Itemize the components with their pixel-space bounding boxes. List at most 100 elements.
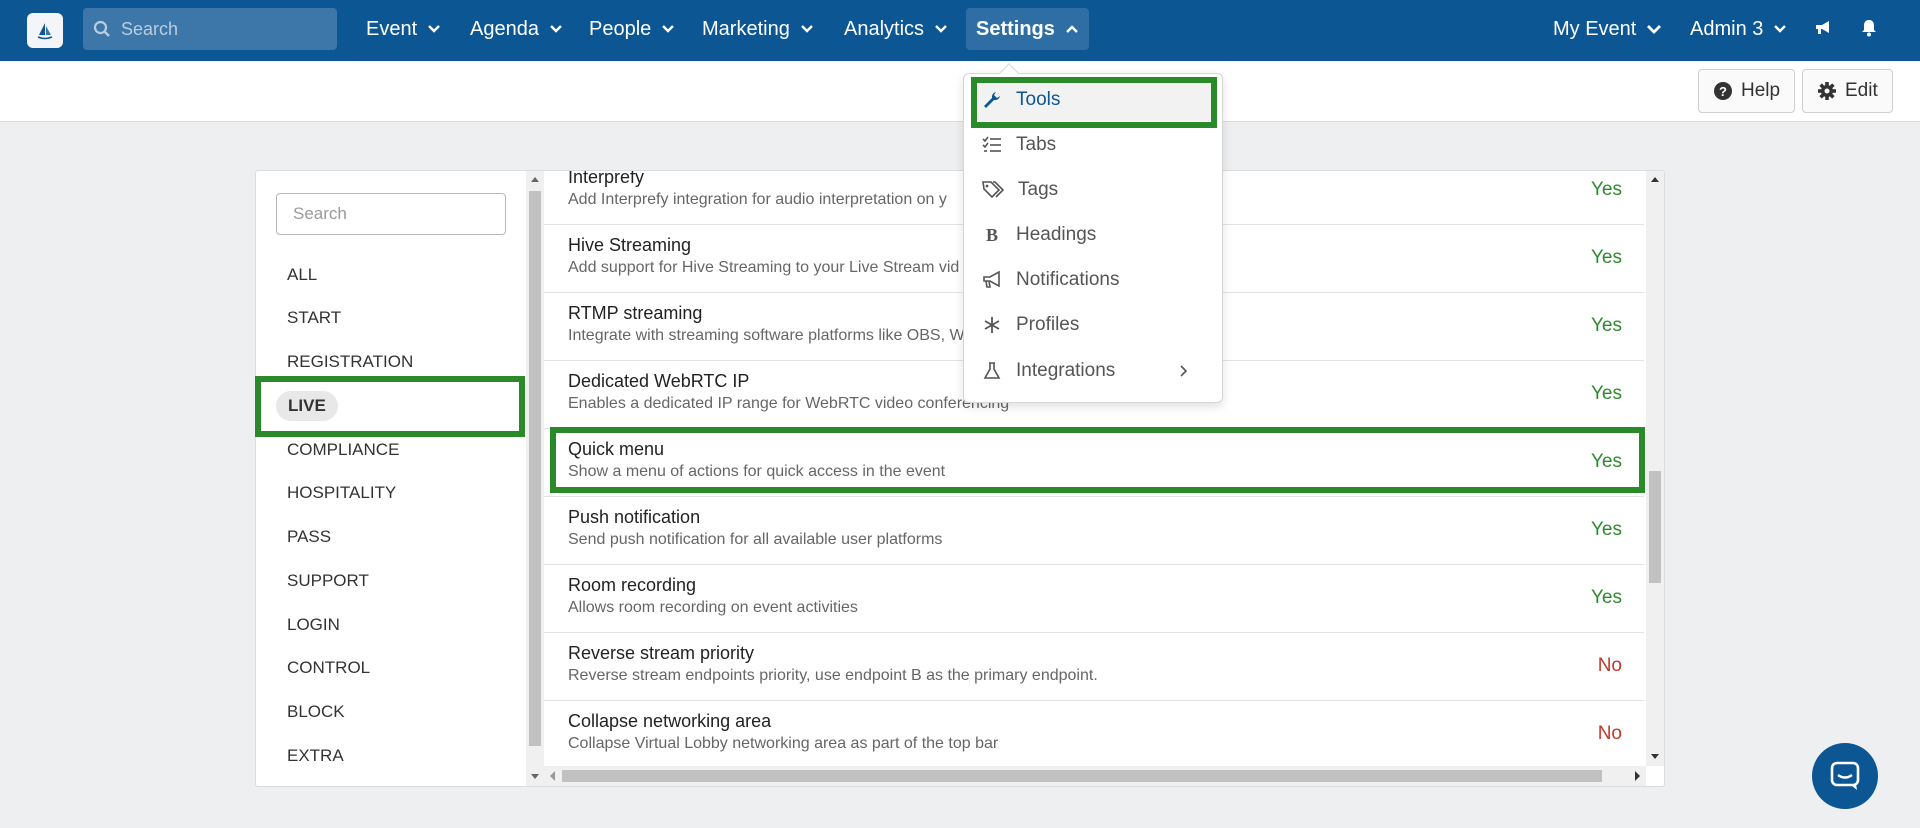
nav-agenda[interactable]: Agenda	[460, 8, 573, 50]
edit-button[interactable]: Edit	[1802, 69, 1893, 113]
chevron-down-icon	[428, 25, 441, 33]
setting-description: Add Interprefy integration for audio int…	[568, 191, 947, 208]
setting-row-collapse-networking-area[interactable]: Collapse networking area Collapse Virtua…	[544, 701, 1644, 766]
svg-text:?: ?	[1719, 84, 1727, 99]
sidebar-item-pass[interactable]: PASS	[287, 522, 331, 552]
chat-support-button[interactable]	[1812, 743, 1878, 809]
dropdown-item-notifications[interactable]: Notifications	[972, 259, 1216, 301]
megaphone-icon	[983, 270, 1000, 288]
notifications-button[interactable]	[1855, 14, 1883, 42]
chevron-down-icon	[550, 25, 562, 33]
dropdown-item-headings[interactable]: B Headings	[972, 214, 1216, 256]
setting-row-room-recording[interactable]: Room recording Allows room recording on …	[544, 565, 1644, 633]
nav-marketing-label: Marketing	[702, 17, 790, 40]
setting-row-reverse-stream-priority[interactable]: Reverse stream priority Reverse stream e…	[544, 633, 1644, 701]
setting-description: Allows room recording on event activitie…	[568, 599, 858, 616]
app-logo[interactable]	[27, 13, 63, 48]
sidebar-item-all[interactable]: ALL	[287, 260, 317, 290]
sidebar-scrollbar[interactable]	[526, 171, 544, 786]
scroll-up-arrow-icon[interactable]	[526, 173, 544, 187]
setting-title: Push notification	[568, 507, 701, 527]
setting-title: Room recording	[568, 575, 697, 595]
sidebar-item-compliance[interactable]: COMPLIANCE	[287, 435, 399, 465]
setting-value[interactable]: No	[1598, 723, 1622, 745]
question-circle-icon: ?	[1714, 82, 1732, 100]
top-navigation-bar: Search Event Agenda People Marketing Ana…	[0, 0, 1920, 61]
category-search-placeholder: Search	[293, 204, 347, 223]
setting-title: RTMP streaming	[568, 303, 703, 323]
setting-title: Hive Streaming	[568, 235, 692, 255]
nav-my-event[interactable]: My Event	[1543, 8, 1672, 50]
sidebar-item-label: START	[287, 308, 342, 327]
chevron-down-icon	[1647, 25, 1662, 34]
announcements-button[interactable]	[1809, 14, 1837, 42]
list-horizontal-scrollbar[interactable]	[544, 766, 1646, 786]
nav-marketing[interactable]: Marketing	[692, 8, 824, 50]
nav-people[interactable]: People	[579, 8, 685, 50]
dropdown-item-integrations[interactable]: Integrations	[972, 350, 1216, 392]
sidebar-item-start[interactable]: START	[287, 303, 341, 333]
nav-user-menu[interactable]: Admin 3	[1680, 8, 1797, 50]
setting-value[interactable]: Yes	[1591, 519, 1622, 541]
setting-value[interactable]: Yes	[1591, 179, 1622, 201]
chevron-down-icon	[662, 25, 675, 33]
sidebar-item-label: ALL	[287, 265, 318, 284]
tags-icon	[982, 181, 1004, 199]
list-vertical-scrollbar[interactable]	[1646, 171, 1664, 766]
sidebar-item-registration[interactable]: REGISTRATION	[287, 347, 413, 377]
scroll-down-arrow-icon[interactable]	[1646, 749, 1664, 763]
bold-icon: B	[986, 225, 998, 245]
dropdown-item-label: Notifications	[1016, 269, 1120, 290]
highlight-quick-menu-row	[550, 427, 1645, 493]
global-search-input[interactable]: Search	[83, 8, 337, 50]
setting-value[interactable]: No	[1598, 655, 1622, 677]
setting-value[interactable]: Yes	[1591, 587, 1622, 609]
category-sidebar: Search ALL START REGISTRATION LIVE COMPL…	[256, 171, 526, 786]
sidebar-item-control[interactable]: CONTROL	[287, 653, 370, 683]
sidebar-item-label: BLOCK	[287, 702, 345, 721]
dropdown-item-tabs[interactable]: Tabs	[972, 124, 1216, 166]
nav-analytics[interactable]: Analytics	[834, 8, 958, 50]
scroll-left-arrow-icon[interactable]	[546, 766, 560, 786]
sidebar-item-label: CONTROL	[287, 658, 371, 677]
scroll-right-arrow-icon[interactable]	[1630, 766, 1644, 786]
nav-agenda-label: Agenda	[470, 17, 539, 40]
nav-event[interactable]: Event	[356, 8, 451, 50]
list-horizontal-scrollbar-thumb[interactable]	[562, 770, 1602, 782]
sidebar-item-support[interactable]: SUPPORT	[287, 566, 369, 596]
help-label: Help	[1741, 80, 1781, 101]
setting-description: Reverse stream endpoints priority, use e…	[568, 667, 1098, 684]
sidebar-item-extra[interactable]: EXTRA	[287, 741, 344, 771]
chevron-up-icon	[1066, 25, 1078, 33]
sailboat-icon	[37, 22, 53, 39]
search-icon	[93, 20, 110, 37]
sidebar-scrollbar-thumb[interactable]	[529, 191, 541, 746]
scroll-down-arrow-icon[interactable]	[526, 769, 544, 783]
nav-my-event-label: My Event	[1553, 17, 1637, 40]
flask-icon	[983, 362, 1001, 379]
list-vertical-scrollbar-thumb[interactable]	[1649, 471, 1661, 583]
gear-icon	[1818, 82, 1836, 100]
sidebar-item-login[interactable]: LOGIN	[287, 610, 340, 640]
setting-description: Collapse Virtual Lobby networking area a…	[568, 735, 999, 752]
setting-value[interactable]: Yes	[1591, 383, 1622, 405]
nav-settings[interactable]: Settings	[966, 8, 1089, 50]
sidebar-item-block[interactable]: BLOCK	[287, 697, 345, 727]
page-toolbar: ? Help Edit	[0, 61, 1920, 122]
scroll-up-arrow-icon[interactable]	[1646, 173, 1664, 187]
setting-description: Integrate with streaming software platfo…	[568, 327, 965, 344]
asterisk-icon	[984, 317, 1000, 333]
setting-row-push-notification[interactable]: Push notification Send push notification…	[544, 497, 1644, 565]
sidebar-item-label: HOSPITALITY	[287, 483, 397, 502]
dropdown-item-tags[interactable]: Tags	[972, 169, 1216, 211]
category-search-input[interactable]: Search	[276, 193, 506, 235]
chevron-right-icon	[1180, 365, 1188, 377]
setting-value[interactable]: Yes	[1591, 315, 1622, 337]
setting-title: Collapse networking area	[568, 711, 772, 731]
sidebar-item-hospitality[interactable]: HOSPITALITY	[287, 478, 396, 508]
setting-value[interactable]: Yes	[1591, 247, 1622, 269]
sidebar-item-label: REGISTRATION	[287, 352, 414, 371]
help-button[interactable]: ? Help	[1698, 69, 1796, 113]
edit-label: Edit	[1845, 80, 1878, 101]
dropdown-item-profiles[interactable]: Profiles	[972, 304, 1216, 346]
